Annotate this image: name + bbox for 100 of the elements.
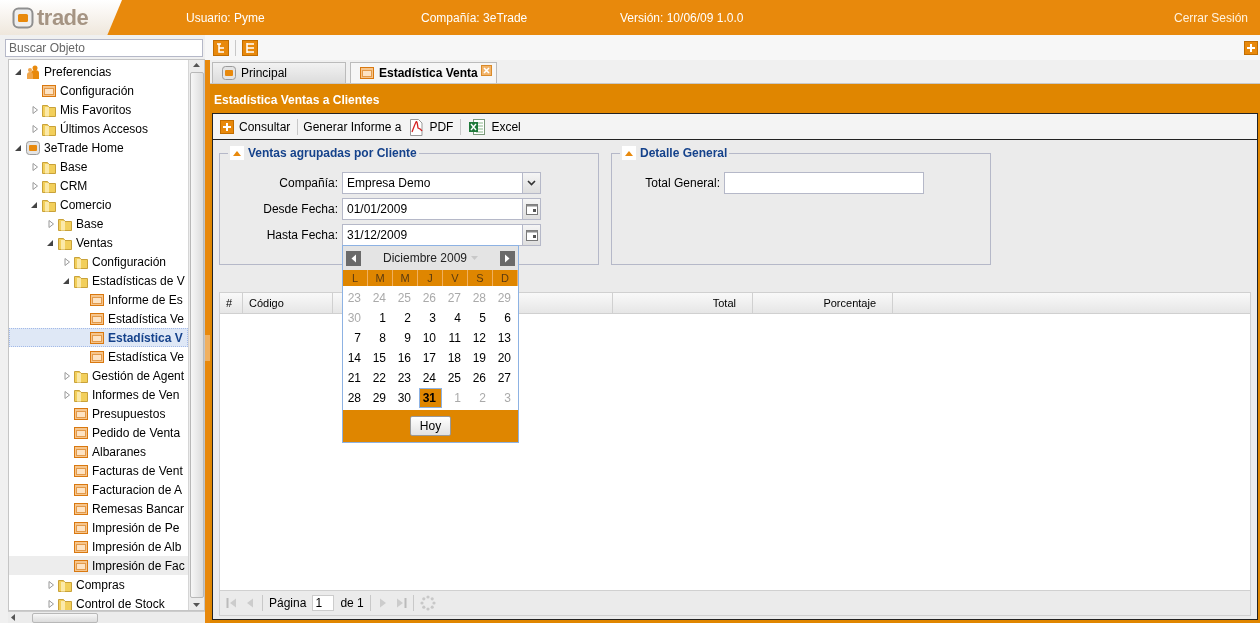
collapsed-caret-icon[interactable] (46, 578, 56, 591)
tree-item[interactable]: Estadística Ve (9, 347, 188, 366)
calendar-day[interactable]: 3 (419, 308, 442, 328)
next-month-button[interactable] (500, 250, 515, 266)
scroll-left-icon[interactable] (8, 613, 18, 622)
collapsed-caret-icon[interactable] (30, 103, 40, 116)
close-icon[interactable] (480, 65, 492, 76)
tree-item[interactable]: Remesas Bancar (9, 499, 188, 518)
calendar-day[interactable]: 25 (444, 368, 467, 388)
calendar-day[interactable]: 17 (419, 348, 442, 368)
calendar-day[interactable]: 24 (419, 368, 442, 388)
up-caret-icon[interactable] (233, 150, 241, 156)
calendar-day[interactable]: 22 (369, 368, 392, 388)
column-header[interactable]: Total (613, 293, 753, 313)
tree-item[interactable]: Comercio (9, 195, 188, 214)
tab[interactable]: Principal (212, 62, 346, 83)
search-field[interactable]: Buscar Objeto (5, 39, 203, 57)
previous-month-button[interactable] (346, 250, 361, 266)
scroll-down-icon[interactable] (192, 600, 201, 610)
tree-item[interactable]: Impresión de Pe (9, 518, 188, 537)
tree-item[interactable]: Facturas de Vent (9, 461, 188, 480)
list-view-icon[interactable] (242, 39, 258, 56)
toolbar-button[interactable]: PDF (406, 115, 456, 138)
last-page-icon[interactable] (394, 597, 407, 609)
tree-item[interactable]: Estadística Ve (9, 309, 188, 328)
tree-item[interactable]: Mis Favoritos (9, 100, 188, 119)
collapsed-caret-icon[interactable] (62, 388, 72, 401)
tree-item[interactable]: Compras (9, 575, 188, 594)
tree-item[interactable]: Informes de Ven (9, 385, 188, 404)
calendar-icon[interactable] (525, 203, 538, 215)
calendar-day[interactable]: 26 (469, 368, 492, 388)
tree-item[interactable]: Configuración (9, 252, 188, 271)
calendar-day[interactable]: 4 (444, 308, 467, 328)
calendar-day[interactable]: 13 (494, 328, 517, 348)
column-header[interactable]: Porcentaje (753, 293, 893, 313)
calendar-day[interactable]: 16 (394, 348, 417, 368)
caret-icon[interactable] (471, 255, 478, 261)
collapsed-caret-icon[interactable] (46, 217, 56, 230)
calendar-day[interactable]: 21 (344, 368, 367, 388)
today-button[interactable]: Hoy (409, 416, 452, 436)
tree-item[interactable]: Control de Stock (9, 594, 188, 610)
tree-item[interactable]: Base (9, 214, 188, 233)
tree-item[interactable]: CRM (9, 176, 188, 195)
calendar-day[interactable]: 11 (444, 328, 467, 348)
calendar-day[interactable]: 10 (419, 328, 442, 348)
collapse-button[interactable] (230, 146, 244, 160)
tree-item[interactable]: Últimos Accesos (9, 119, 188, 138)
tree-item[interactable]: Informe de Es (9, 290, 188, 309)
collapse-button[interactable] (622, 146, 636, 160)
tree-item[interactable]: Configuración (9, 81, 188, 100)
scroll-up-icon[interactable] (192, 60, 201, 70)
calendar-day[interactable]: 9 (394, 328, 417, 348)
calendar-icon[interactable] (525, 229, 538, 241)
page-number-field[interactable]: 1 (312, 595, 335, 611)
date-field[interactable]: 01/01/2009 (342, 198, 541, 220)
tree-item[interactable]: Estadísticas de V (9, 271, 188, 290)
first-page-icon[interactable] (226, 597, 238, 609)
calendar-day[interactable]: 5 (469, 308, 492, 328)
calendar-day[interactable]: 18 (444, 348, 467, 368)
tree-item[interactable]: Gestión de Agent (9, 366, 188, 385)
refresh-icon[interactable] (419, 595, 436, 611)
calendar-day[interactable]: 29 (369, 388, 392, 408)
column-header[interactable]: # (220, 293, 243, 313)
scrollbar-thumb[interactable] (32, 612, 98, 623)
calendar-day[interactable]: 12 (469, 328, 492, 348)
tree-item[interactable]: Pedido de Venta (9, 423, 188, 442)
tree-item[interactable]: Base (9, 157, 188, 176)
input-field[interactable] (724, 172, 924, 194)
chevron-down-icon[interactable] (527, 180, 536, 186)
calendar-day[interactable]: 30 (394, 388, 417, 408)
calendar-day[interactable]: 7 (344, 328, 367, 348)
toolbar-button[interactable]: Consultar (218, 117, 293, 136)
collapse-handle[interactable] (205, 335, 210, 361)
tab[interactable]: Estadística Venta (350, 62, 497, 83)
tree-item[interactable]: Preferencias (9, 62, 188, 81)
tree-item[interactable]: Impresión de Alb (9, 537, 188, 556)
tree-item[interactable]: Presupuestos (9, 404, 188, 423)
calendar-day[interactable]: 6 (494, 308, 517, 328)
calendar-day[interactable]: 31 (419, 388, 442, 408)
tree-view-icon[interactable] (213, 39, 229, 56)
calendar-day[interactable]: 20 (494, 348, 517, 368)
dropdown-field[interactable]: Empresa Demo (342, 172, 541, 194)
tree-item[interactable]: Albaranes (9, 442, 188, 461)
collapsed-caret-icon[interactable] (62, 369, 72, 382)
calendar-day[interactable]: 2 (394, 308, 417, 328)
up-caret-icon[interactable] (625, 150, 633, 156)
calendar-day[interactable]: 15 (369, 348, 392, 368)
calendar-day[interactable]: 19 (469, 348, 492, 368)
calendar-day[interactable]: 28 (344, 388, 367, 408)
tree-item[interactable]: 3eTrade Home (9, 138, 188, 157)
calendar-day[interactable]: 14 (344, 348, 367, 368)
tree-item[interactable]: Impresión de Fac (9, 556, 188, 575)
calendar-day[interactable]: 8 (369, 328, 392, 348)
tree-item[interactable]: Facturacion de A (9, 480, 188, 499)
calendar-day[interactable]: 23 (394, 368, 417, 388)
collapsed-caret-icon[interactable] (30, 122, 40, 135)
collapsed-caret-icon[interactable] (30, 179, 40, 192)
collapsed-caret-icon[interactable] (30, 160, 40, 173)
toolbar-button[interactable]: Excel (466, 115, 523, 138)
collapsed-caret-icon[interactable] (62, 255, 72, 268)
